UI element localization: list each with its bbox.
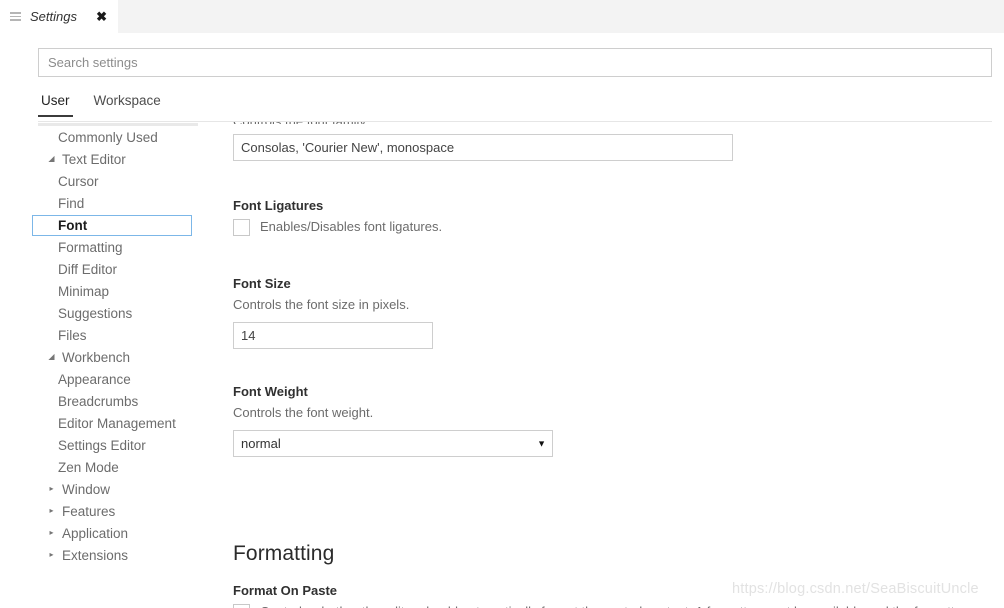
tab-workspace[interactable]: Workspace [91, 91, 164, 117]
setting-font-weight: Font Weight Controls the font weight. no… [233, 384, 993, 462]
chevron-collapsed-icon[interactable]: ▸ [45, 507, 58, 515]
toc-item-label: Files [58, 327, 87, 343]
chevron-collapsed-icon[interactable]: ▸ [45, 529, 58, 537]
toc-item-label: Breadcrumbs [58, 393, 139, 409]
toc-item-label: Editor Management [58, 415, 176, 431]
settings-scope-tabs: User Workspace [38, 91, 992, 121]
tab-bar-empty-space [118, 0, 1004, 33]
settings-editor: User Workspace Commonly Used ◢ Text Editor… [0, 33, 1004, 608]
format-on-paste-row: Controls whether the editor should autom… [233, 603, 993, 608]
toc-item-label: Minimap [58, 283, 110, 299]
settings-content: Commonly Used ◢ Text Editor Cursor Find Font F… [0, 122, 1004, 608]
toc-item-find[interactable]: Find [0, 192, 225, 214]
setting-format-on-paste: Format On Paste Controls whether the edi… [233, 583, 993, 608]
toc-list: Commonly Used ◢ Text Editor Cursor Find Font F… [0, 126, 225, 566]
tab-settings[interactable]: Settings ✖ [0, 0, 118, 33]
toc-item-features[interactable]: ▸ Features [0, 500, 225, 522]
toc-item-label: Find [58, 195, 85, 211]
toc-item-label: Font [58, 217, 88, 233]
toc-item-breadcrumbs[interactable]: Breadcrumbs [0, 390, 225, 412]
toc-item-label: Commonly Used [58, 129, 158, 145]
toc-item-cursor[interactable]: Cursor [0, 170, 225, 192]
chevron-collapsed-icon[interactable]: ▸ [45, 551, 58, 559]
toc-item-appearance[interactable]: Appearance [0, 368, 225, 390]
font-ligatures-title: Font Ligatures [233, 198, 324, 213]
toc-item-label: Workbench [62, 349, 131, 365]
toc-item-text-editor[interactable]: ◢ Text Editor [0, 148, 225, 170]
settings-list-icon [10, 10, 24, 24]
font-weight-description: Controls the font weight. [233, 405, 374, 420]
toc-item-formatting[interactable]: Formatting [0, 236, 225, 258]
settings-toc[interactable]: Commonly Used ◢ Text Editor Cursor Find Font F… [0, 122, 225, 608]
chevron-expanded-icon[interactable]: ◢ [45, 155, 58, 163]
toc-item-label: Application [62, 525, 129, 541]
chevron-expanded-icon[interactable]: ◢ [45, 353, 58, 361]
settings-list[interactable]: Controls the font family. Font Ligatures… [225, 122, 1004, 608]
font-weight-select[interactable]: normal [233, 430, 553, 457]
toc-scroll-edge [38, 123, 198, 126]
toc-item-commonly-used[interactable]: Commonly Used [0, 126, 225, 148]
setting-font-ligatures: Font Ligatures Enables/Disables font lig… [233, 198, 993, 236]
font-ligatures-row: Enables/Disables font ligatures. [233, 218, 993, 236]
font-ligatures-description: Enables/Disables font ligatures. [260, 219, 443, 234]
setting-font-family [233, 134, 993, 161]
toc-item-label: Extensions [62, 547, 129, 563]
toc-item-label: Formatting [58, 239, 123, 255]
formatting-group-title: Formatting [233, 542, 335, 565]
toc-item-extensions[interactable]: ▸ Extensions [0, 544, 225, 566]
toc-item-workbench[interactable]: ◢ Workbench [0, 346, 225, 368]
toc-item-settings-editor[interactable]: Settings Editor [0, 434, 225, 456]
font-weight-select-wrapper: normal ▼ [233, 430, 553, 457]
tab-title: Settings [30, 9, 77, 24]
format-on-paste-title: Format On Paste [233, 583, 338, 598]
toc-item-label: Text Editor [62, 151, 126, 167]
toc-item-suggestions[interactable]: Suggestions [0, 302, 225, 324]
group-header-formatting: Formatting [233, 542, 993, 566]
toc-item-font[interactable]: Font [0, 214, 225, 236]
editor-tab-bar: Settings ✖ [0, 0, 1004, 34]
font-weight-title: Font Weight [233, 384, 308, 399]
toc-item-label: Cursor [58, 173, 99, 189]
font-ligatures-checkbox[interactable] [233, 219, 250, 236]
search-settings-container [38, 48, 992, 77]
toc-item-label: Suggestions [58, 305, 133, 321]
format-on-paste-checkbox[interactable] [233, 604, 250, 608]
font-size-input[interactable] [233, 322, 433, 349]
toc-item-files[interactable]: Files [0, 324, 225, 346]
font-size-description: Controls the font size in pixels. [233, 297, 410, 312]
toc-item-minimap[interactable]: Minimap [0, 280, 225, 302]
toc-item-label: Features [62, 503, 116, 519]
tab-user[interactable]: User [38, 91, 73, 117]
toc-item-label: Diff Editor [58, 261, 118, 277]
setting-font-size: Font Size Controls the font size in pixe… [233, 276, 993, 349]
toc-item-application[interactable]: ▸ Application [0, 522, 225, 544]
font-family-input[interactable] [233, 134, 733, 161]
format-on-paste-description: Controls whether the editor should autom… [260, 603, 993, 608]
toc-item-diff-editor[interactable]: Diff Editor [0, 258, 225, 280]
clipped-font-family-description: Controls the font family. [233, 122, 369, 124]
toc-item-zen-mode[interactable]: Zen Mode [0, 456, 225, 478]
search-input[interactable] [38, 48, 992, 77]
toc-item-label: Window [62, 481, 111, 497]
close-icon[interactable]: ✖ [93, 8, 110, 25]
toc-item-window[interactable]: ▸ Window [0, 478, 225, 500]
font-size-title: Font Size [233, 276, 291, 291]
toc-item-editor-management[interactable]: Editor Management [0, 412, 225, 434]
toc-selection-outline [32, 214, 192, 236]
toc-item-label: Settings Editor [58, 437, 146, 453]
toc-item-label: Zen Mode [58, 459, 119, 475]
chevron-collapsed-icon[interactable]: ▸ [45, 485, 58, 493]
toc-item-label: Appearance [58, 371, 131, 387]
